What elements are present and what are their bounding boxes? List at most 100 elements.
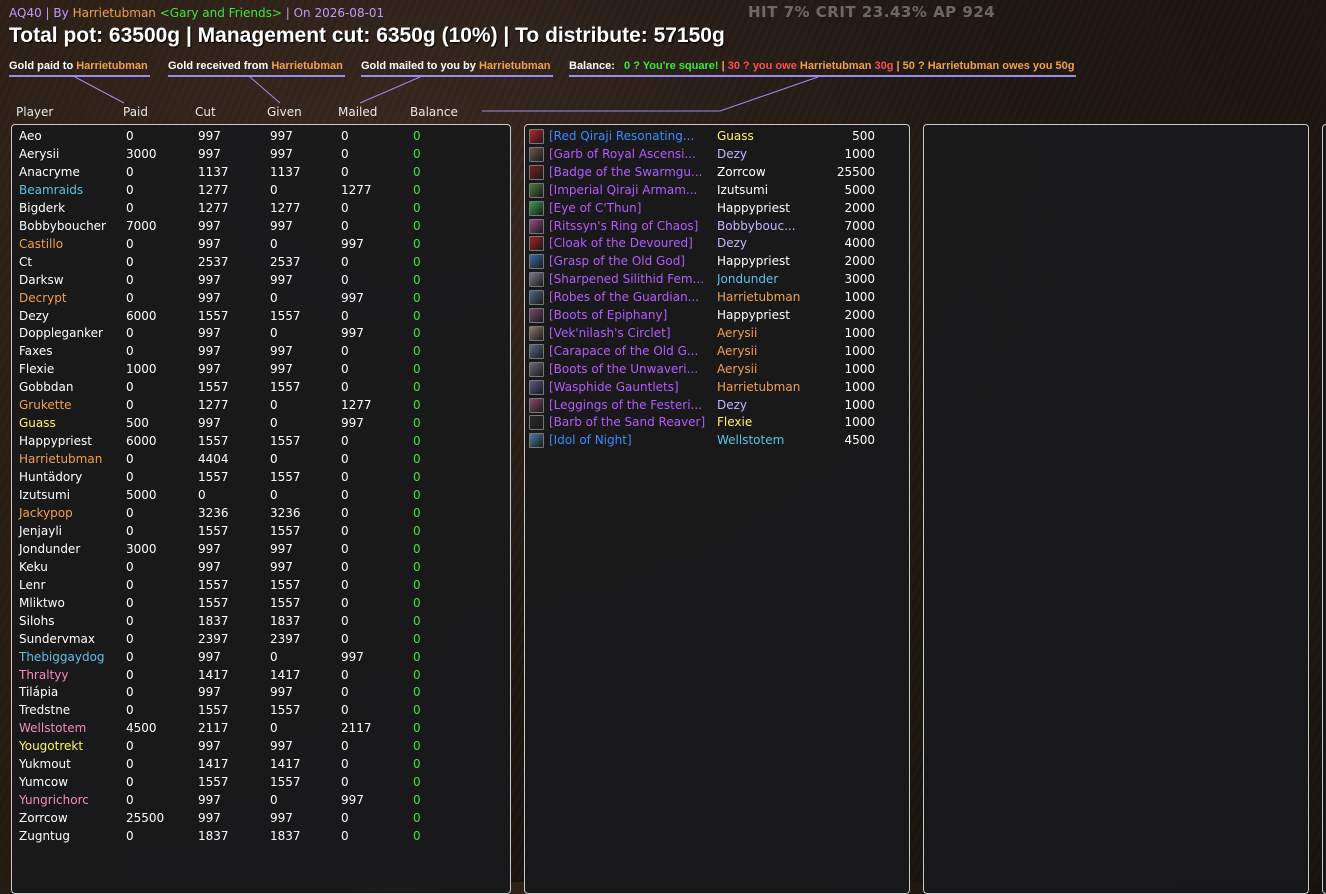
loot-row[interactable]: [Boots of the Unwaveri... Aerysii 1000 — [525, 361, 909, 380]
loot-row[interactable]: [Grasp of the Old God] Happypriest 2000 — [525, 254, 909, 272]
loot-row[interactable]: [Carapace of the Old G... Aerysii 1000 — [525, 343, 909, 362]
players-panel[interactable]: Aeo 0 997 997 0 0 Aerysii 3000 997 997 0 0 Anacryme 0… — [11, 124, 511, 894]
loot-row[interactable]: [Robes of the Guardian... Harrietubman 100… — [525, 290, 909, 308]
player-row[interactable]: Guass 500 997 0 997 0 — [12, 416, 510, 434]
badge-icon[interactable] — [529, 164, 544, 180]
polearm-icon[interactable] — [529, 415, 544, 431]
item-link[interactable]: [Boots of the Unwaveri... — [549, 362, 709, 376]
robe-icon[interactable] — [529, 290, 544, 306]
item-link[interactable]: [Grasp of the Old God] — [549, 254, 709, 268]
loot-row[interactable]: [Cloak of the Devoured] Dezy 4000 — [525, 236, 909, 254]
loot-row[interactable]: [Vek'nilash's Circlet] Aerysii 1000 — [525, 325, 909, 344]
player-row[interactable]: Yumcow 0 1557 1557 0 0 — [12, 775, 510, 793]
player-row[interactable]: Silohs 0 1837 1837 0 0 — [12, 614, 510, 632]
item-link[interactable]: [Boots of Epiphany] — [549, 308, 709, 322]
ring-icon[interactable] — [529, 218, 544, 234]
player-row[interactable]: Grukette 0 1277 0 1277 0 — [12, 398, 510, 416]
player-row[interactable]: Decrypt 0 997 0 997 0 — [12, 291, 510, 309]
player-row[interactable]: Aeo 0 997 997 0 0 — [12, 129, 510, 147]
circlet-icon[interactable] — [529, 325, 544, 341]
player-row[interactable]: Keku 0 997 997 0 0 — [12, 560, 510, 578]
dagger-icon[interactable] — [529, 272, 544, 288]
player-row[interactable]: Castillo 0 997 0 997 0 — [12, 237, 510, 255]
boots-icon[interactable] — [529, 361, 544, 377]
item-link[interactable]: [Cloak of the Devoured] — [549, 236, 709, 250]
player-row[interactable]: Tilápia 0 997 997 0 0 — [12, 685, 510, 703]
item-link[interactable]: [Red Qiraji Resonating... — [549, 129, 709, 143]
player-row[interactable]: Yougotrekt 0 997 997 0 0 — [12, 739, 510, 757]
player-row[interactable]: Zorrcow 25500 997 997 0 0 — [12, 811, 510, 829]
item-link[interactable]: [Eye of C'Thun] — [549, 201, 709, 215]
chest-icon[interactable] — [529, 343, 544, 359]
player-row[interactable]: Zugntug 0 1837 1837 0 0 — [12, 829, 510, 847]
player-row[interactable]: Faxes 0 997 997 0 0 — [12, 344, 510, 362]
player-row[interactable]: Tredstne 0 1557 1557 0 0 — [12, 703, 510, 721]
idol-icon[interactable] — [529, 433, 544, 449]
legend-owe-prefix: 30 ? you owe — [727, 60, 797, 72]
player-row[interactable]: Ct 0 2537 2537 0 0 — [12, 255, 510, 273]
player-row[interactable]: Jackypop 0 3236 3236 0 0 — [12, 506, 510, 524]
player-row[interactable]: Doppleganker 0 997 0 997 0 — [12, 326, 510, 344]
player-row[interactable]: Anacryme 0 1137 1137 0 0 — [12, 165, 510, 183]
loot-row[interactable]: [Badge of the Swarmgu... Zorrcow 25500 — [525, 164, 909, 183]
item-link[interactable]: [Vek'nilash's Circlet] — [549, 326, 709, 340]
player-row[interactable]: Lenr 0 1557 1557 0 0 — [12, 578, 510, 596]
item-link[interactable]: [Imperial Qiraji Armam... — [549, 183, 709, 197]
red-crystal-icon[interactable] — [529, 129, 544, 144]
gauntlets-icon[interactable] — [529, 379, 544, 395]
leggings-icon[interactable] — [529, 397, 544, 413]
player-row[interactable]: Yukmout 0 1417 1417 0 0 — [12, 757, 510, 775]
item-price: 1000 — [844, 146, 875, 161]
player-row[interactable]: Dezy 6000 1557 1557 0 0 — [12, 309, 510, 327]
player-row[interactable]: Aerysii 3000 997 997 0 0 — [12, 147, 510, 165]
loot-row[interactable]: [Leggings of the Festeri... Dezy 1000 — [525, 397, 909, 416]
robe-icon[interactable] — [529, 146, 544, 162]
player-name: Zorrcow — [19, 811, 68, 826]
player-row[interactable]: Sundervmax 0 2397 2397 0 0 — [12, 632, 510, 650]
player-row[interactable]: Jenjayli 0 1557 1557 0 0 — [12, 524, 510, 542]
empty-panel[interactable] — [923, 124, 1309, 894]
player-row[interactable]: Huntädory 0 1557 1557 0 0 — [12, 470, 510, 488]
item-link[interactable]: [Idol of Night] — [549, 433, 709, 447]
eye-icon[interactable] — [529, 200, 544, 216]
player-row[interactable]: Thraltyy 0 1417 1417 0 0 — [12, 668, 510, 686]
loot-row[interactable]: [Sharpened Silithid Fem... Jondunder 3000 — [525, 272, 909, 290]
item-link[interactable]: [Carapace of the Old G... — [549, 344, 709, 358]
player-row[interactable]: Harrietubman 0 4404 0 0 0 — [12, 452, 510, 470]
player-row[interactable]: Thebiggaydog 0 997 0 997 0 — [12, 650, 510, 668]
loot-row[interactable]: [Boots of Epiphany] Happypriest 2000 — [525, 308, 909, 326]
player-row[interactable]: Bigderk 0 1277 1277 0 0 — [12, 201, 510, 219]
player-row[interactable]: Jondunder 3000 997 997 0 0 — [12, 542, 510, 560]
player-row[interactable]: Bobbyboucher 7000 997 997 0 0 — [12, 219, 510, 237]
item-link[interactable]: [Badge of the Swarmgu... — [549, 165, 709, 179]
staff-icon[interactable] — [529, 254, 544, 270]
player-row[interactable]: Beamraids 0 1277 0 1277 0 — [12, 183, 510, 201]
item-link[interactable]: [Sharpened Silithid Fem... — [549, 272, 709, 286]
boots-icon[interactable] — [529, 308, 544, 323]
loot-row[interactable]: [Imperial Qiraji Armam... Izutsumi 5000 — [525, 182, 909, 201]
player-row[interactable]: Gobbdan 0 1557 1557 0 0 — [12, 380, 510, 398]
player-row[interactable]: Yungrichorc 0 997 0 997 0 — [12, 793, 510, 811]
loot-row[interactable]: [Ritssyn's Ring of Chaos] Bobbybouc... 700… — [525, 218, 909, 237]
scarab-icon[interactable] — [529, 182, 544, 198]
cloak-icon[interactable] — [529, 236, 544, 252]
loot-row[interactable]: [Wasphide Gauntlets] Harrietubman 1000 — [525, 379, 909, 398]
loot-row[interactable]: [Red Qiraji Resonating... Guass 500 — [525, 129, 909, 147]
item-link[interactable]: [Robes of the Guardian... — [549, 290, 709, 304]
loot-panel[interactable]: [Red Qiraji Resonating... Guass 500 [Garb o… — [524, 124, 910, 894]
item-link[interactable]: [Barb of the Sand Reaver] — [549, 415, 709, 429]
player-row[interactable]: Happypriest 6000 1557 1557 0 0 — [12, 434, 510, 452]
item-link[interactable]: [Leggings of the Festeri... — [549, 398, 709, 412]
player-row[interactable]: Mliktwo 0 1557 1557 0 0 — [12, 596, 510, 614]
player-row[interactable]: Darksw 0 997 997 0 0 — [12, 273, 510, 291]
loot-row[interactable]: [Garb of Royal Ascensi... Dezy 1000 — [525, 146, 909, 165]
loot-row[interactable]: [Barb of the Sand Reaver] Flexie 1000 — [525, 415, 909, 433]
item-link[interactable]: [Wasphide Gauntlets] — [549, 380, 709, 394]
player-row[interactable]: Izutsumi 5000 0 0 0 0 — [12, 488, 510, 506]
item-link[interactable]: [Ritssyn's Ring of Chaos] — [549, 219, 709, 233]
player-row[interactable]: Wellstotem 4500 2117 0 2117 0 — [12, 721, 510, 739]
item-link[interactable]: [Garb of Royal Ascensi... — [549, 147, 709, 161]
loot-row[interactable]: [Eye of C'Thun] Happypriest 2000 — [525, 200, 909, 219]
player-row[interactable]: Flexie 1000 997 997 0 0 — [12, 362, 510, 380]
loot-row[interactable]: [Idol of Night] Wellstotem 4500 — [525, 433, 909, 451]
